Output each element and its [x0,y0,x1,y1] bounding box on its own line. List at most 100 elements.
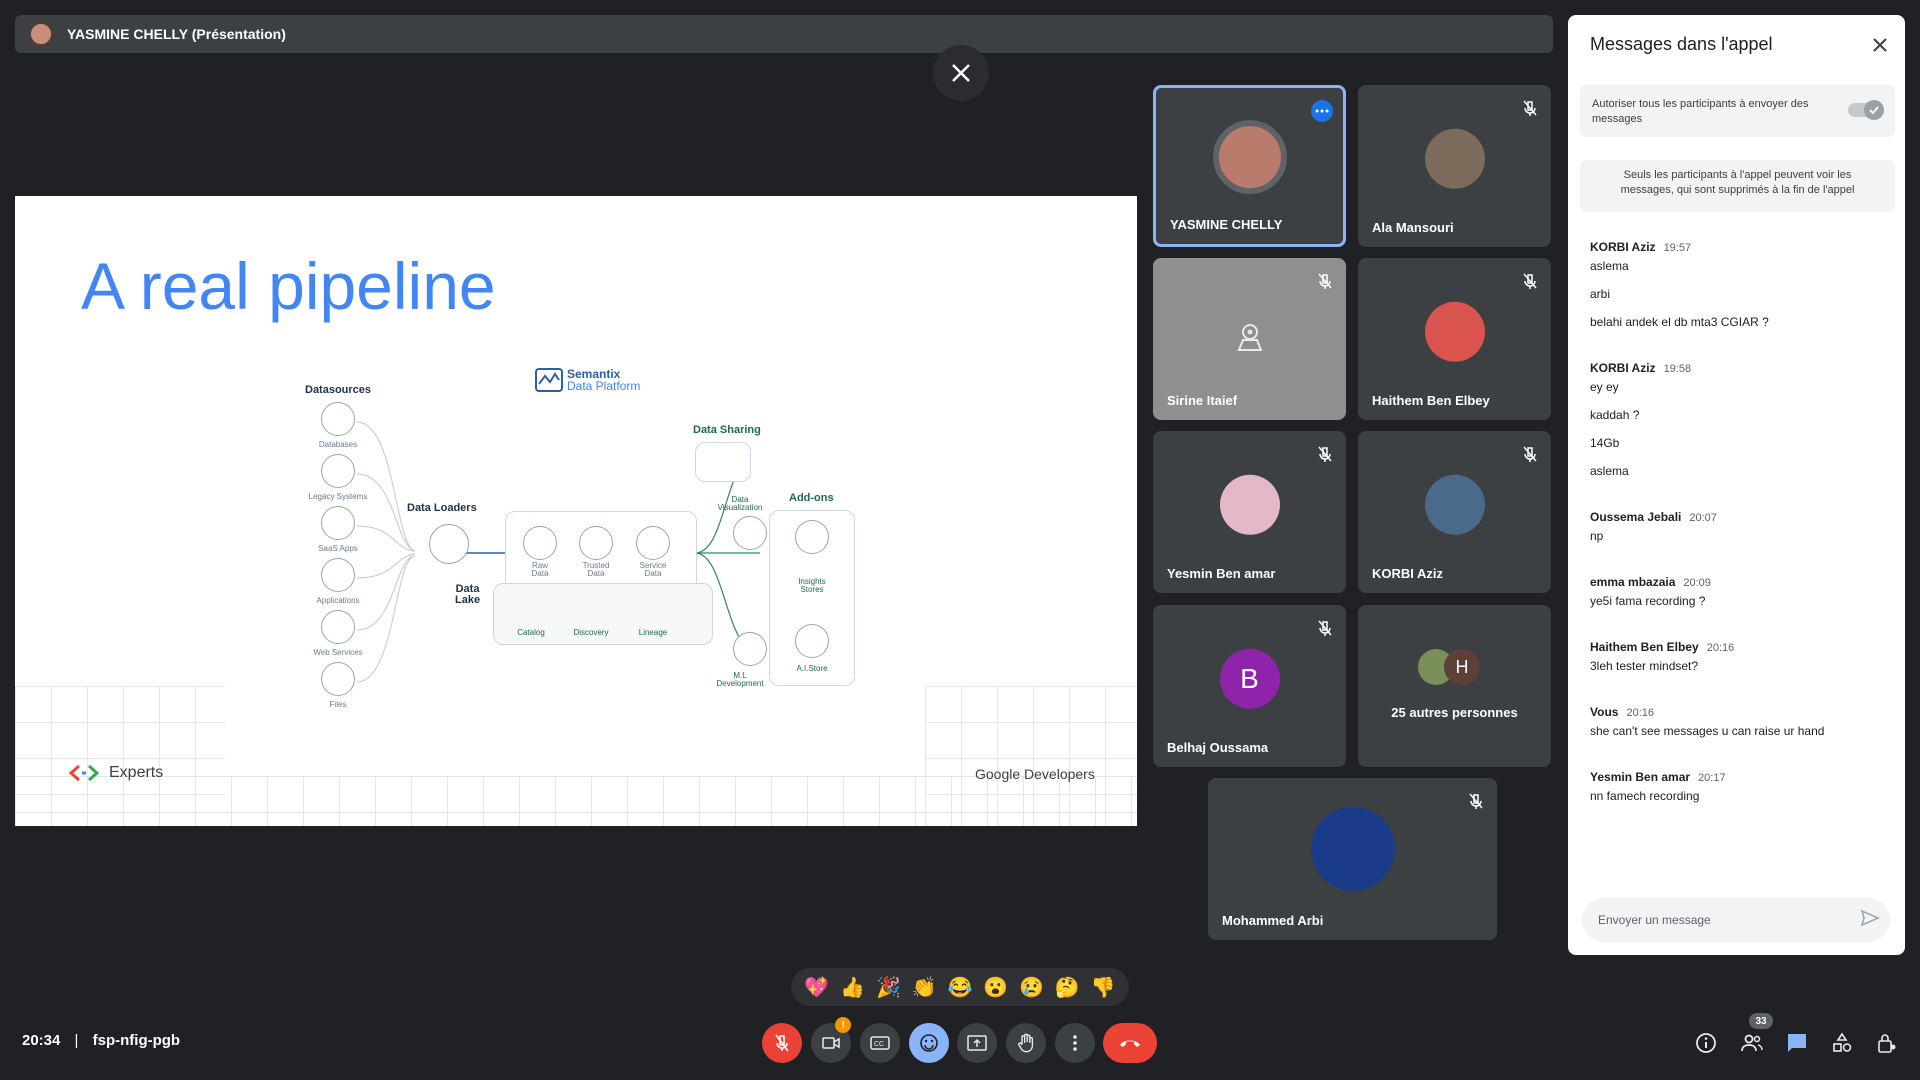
people-icon [1741,1034,1763,1052]
data-lake-heading-line2: Lake [455,594,481,606]
participant-tile[interactable]: Yesmin Ben amar [1153,431,1346,593]
host-controls-button[interactable] [1872,1028,1902,1058]
message-text: 3leh tester mindset? [1590,659,1699,673]
separator: | [74,1032,79,1049]
presenter-bar: YASMINE CHELLY (Présentation) [15,15,1553,53]
meeting-details-button[interactable] [1691,1028,1721,1058]
message-text: aslema [1590,464,1629,478]
activities-button[interactable] [1827,1028,1857,1058]
reaction-thumbs-up[interactable]: 👍 [840,975,865,1000]
leave-call-button[interactable] [1103,1023,1157,1063]
message-input-placeholder: Envoyer un message [1598,913,1711,927]
mic-off-icon [1314,617,1336,639]
legacy-systems-icon [321,454,355,488]
avatar [1219,474,1280,535]
lake-item-label-line: Data [587,569,605,578]
message-time: 20:07 [1689,512,1717,524]
message-input[interactable]: Envoyer un message [1582,898,1890,942]
emoji-icon [920,1034,938,1052]
allow-messages-label: Autoriser tous les participants à envoye… [1592,98,1809,125]
lake-item-label: Trusted Data [569,562,623,578]
message-text: ye5i fama recording ? [1590,594,1706,608]
reaction-sad[interactable]: 😢 [1019,975,1044,1000]
meeting-info: 20:34 | fsp-nfig-pgb [22,1032,180,1049]
allow-messages-toggle[interactable] [1848,100,1884,120]
avatar [1424,128,1485,189]
raise-hand-button[interactable] [1006,1023,1046,1063]
participant-tile[interactable]: YASMINE CHELLY [1153,85,1346,247]
camera-placeholder-icon [1233,320,1267,359]
reaction-thumbs-down[interactable]: 👎 [1091,975,1116,1000]
present-screen-button[interactable] [957,1023,997,1063]
mic-toggle-button[interactable] [762,1023,802,1063]
send-icon[interactable] [1860,908,1884,932]
reaction-surprised[interactable]: 😮 [983,975,1008,1000]
captions-icon: CC [870,1036,890,1050]
others-tile[interactable]: H 25 autres personnes [1358,605,1551,767]
reaction-clapping[interactable]: 👏 [912,975,937,1000]
mic-off-icon [1314,270,1336,292]
datasources-heading: Datasources [305,384,372,396]
more-options-button[interactable] [1055,1023,1095,1063]
mic-off-icon [1314,443,1336,465]
lake-item-label: Raw Data [513,562,567,578]
reactions-bar: 💖 👍 🎉 👏 😂 😮 😢 🤔 👎 [791,968,1129,1006]
meeting-code: fsp-nfig-pgb [92,1032,181,1049]
participant-name: Yesmin Ben amar [1167,566,1276,581]
present-icon [967,1035,987,1051]
message-author: Oussema Jebali [1590,510,1682,524]
addons-heading: Add-ons [789,492,834,504]
data-lake-heading: Data Lake [455,584,480,606]
message-header: Haithem Ben Elbey 20:16 [1590,640,1880,654]
participant-tile[interactable]: Ala Mansouri [1358,85,1551,247]
addon-item-label: A.I.Store [796,664,828,673]
raw-data-icon [523,526,557,560]
chat-message-group: Vous 20:16 she can't see messages u can r… [1590,705,1880,738]
participant-tile[interactable]: Mohammed Arbi [1208,778,1497,940]
chat-button[interactable] [1782,1028,1812,1058]
reactions-button[interactable] [909,1023,949,1063]
presentation-slide: A real pipeline Semantix Data Platform D… [15,196,1137,826]
message-header: Vous 20:16 [1590,705,1880,719]
avatar [1212,120,1287,195]
message-text: aslema [1590,259,1629,273]
chat-message-group: Oussema Jebali 20:07 np [1590,510,1880,543]
chat-icon [1788,1034,1806,1052]
reaction-sparkling-heart[interactable]: 💖 [804,975,829,1000]
sharing-item-label-line: Development [716,679,764,688]
participant-tile[interactable]: Sirine Itaief [1153,258,1346,420]
addon-item-label: Insights Stores [785,578,839,594]
message-text: arbi [1590,287,1611,301]
message-author: KORBI Aziz [1590,240,1656,254]
message-time: 20:16 [1706,642,1735,654]
lake-tool-label: Lineage [638,628,668,637]
message-time: 20:16 [1626,707,1654,719]
mic-off-icon [1465,790,1487,812]
message-author: Yesmin Ben amar [1590,770,1691,784]
participant-tile[interactable]: KORBI Aziz [1358,431,1551,593]
reaction-thinking[interactable]: 🤔 [1055,975,1080,1000]
close-presentation-button[interactable] [933,45,989,101]
participant-name: YASMINE CHELLY [1170,217,1283,232]
message-text: ey ey [1590,380,1619,394]
message-author: emma mbazaia [1590,575,1676,589]
participant-tile[interactable]: Haithem Ben Elbey [1358,258,1551,420]
chat-close-button[interactable] [1868,33,1892,57]
participants-count-badge: 33 [1749,1013,1773,1029]
camera-toggle-button[interactable]: ! [811,1017,851,1063]
lake-item-label-line: Data [531,569,549,578]
message-author: Vous [1590,705,1619,719]
chat-info-banner: Seuls les participants à l'appel peuvent… [1580,160,1895,212]
data-loaders-icon [429,524,469,564]
reaction-laughing[interactable]: 😂 [947,975,972,1000]
hang-up-icon [1120,1040,1140,1047]
reaction-party-popper[interactable]: 🎉 [876,975,901,1000]
lake-item-label: Service Data [626,562,680,578]
participant-tile[interactable]: B Belhaj Oussama [1153,605,1346,767]
more-options-icon[interactable] [1311,100,1333,122]
captions-button[interactable]: CC [860,1023,900,1063]
chat-message-group: KORBI Aziz 19:57 aslema arbi belahi andek… [1590,240,1880,329]
participants-button[interactable]: 33 [1737,1013,1773,1058]
message-header: KORBI Aziz 19:57 [1590,240,1880,254]
experts-logo: Experts [69,764,163,782]
